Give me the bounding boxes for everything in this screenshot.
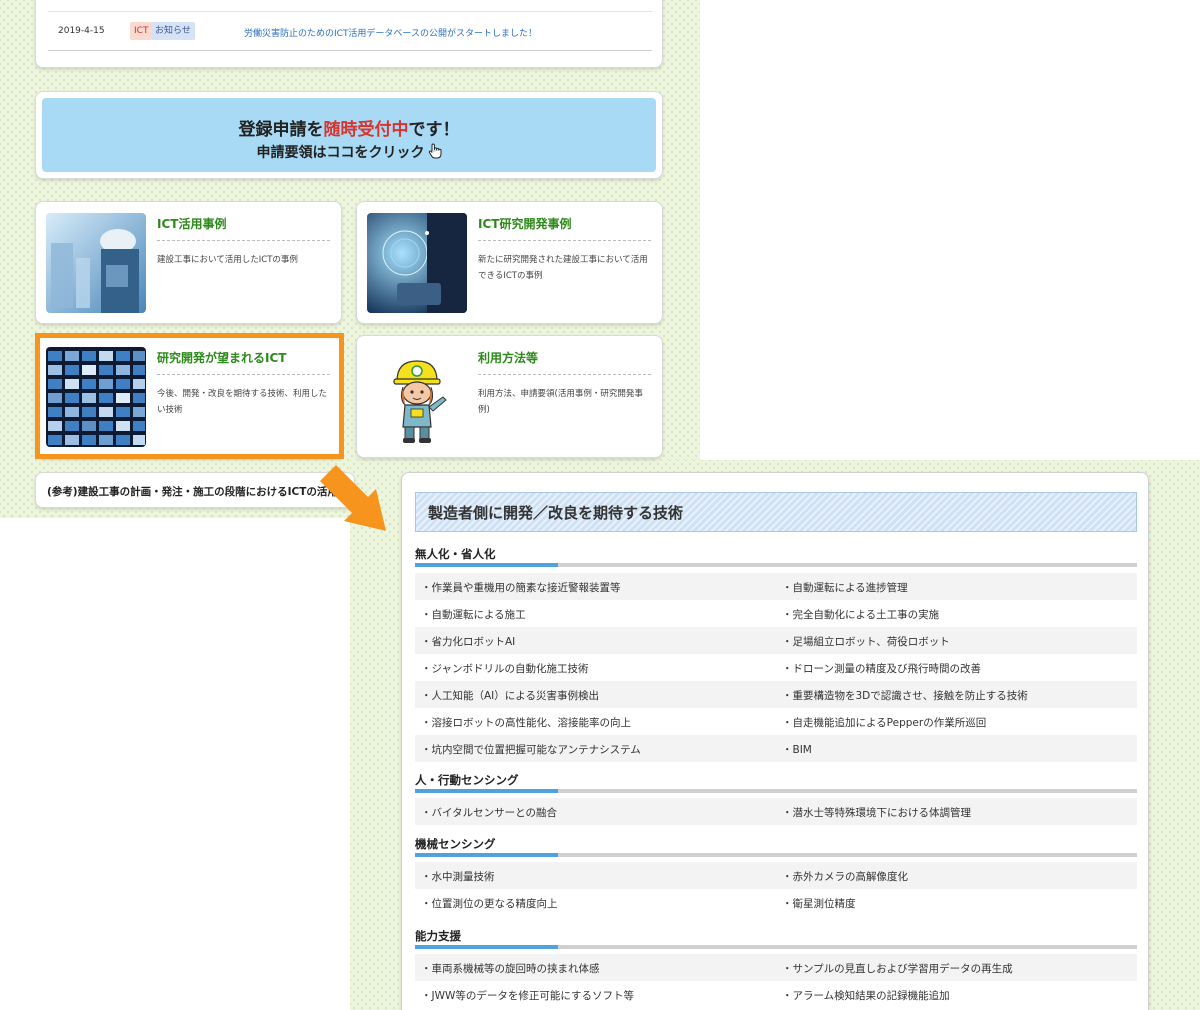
banner-highlight: 随時受付中 (323, 120, 409, 140)
registration-banner[interactable]: 登録申請を随時受付中です！ 申請要領はココをクリック (42, 98, 656, 172)
list-item: ・重要構造物を3Dで認識させ、接触を防止する技術 (782, 690, 1028, 702)
list-item: ・人工知能（AI）による災害事例検出 (421, 690, 599, 702)
section-heading: 人・行動センシング (415, 772, 1137, 793)
list-row: ・位置測位の更なる精度向上 ・衛星測位精度 (415, 889, 1137, 916)
list-item: ・ドローン測量の精度及び飛行時間の改善 (782, 663, 981, 675)
panel-title: 製造者側に開発／改良を期待する技術 (428, 504, 684, 522)
card-title[interactable]: ICT活用事例 (157, 215, 330, 232)
list-row: ・JWW等のデータを修正可能にするソフト等 ・アラーム検知結果の記録機能追加 (415, 981, 1137, 1008)
mascot-helmet-character (367, 347, 467, 447)
list-item: ・完全自動化による土工事の実施 (782, 609, 940, 621)
notice-tag: お知らせ (151, 22, 195, 40)
news-card: 2019-4-15 ICT お知らせ 労働災害防止のためのICT活用データベース… (35, 0, 663, 68)
list-item: ・JWW等のデータを修正可能にするソフト等 (421, 990, 634, 1002)
construction-worker-photo (46, 213, 146, 313)
list-row: ・バイタルセンサーとの融合 ・潜水士等特殊環境下における体調管理 (415, 798, 1137, 825)
list-item: ・足場組立ロボット、荷役ロボット (782, 636, 950, 648)
banner-text-after: です！ (408, 120, 460, 140)
panel-header: 製造者側に開発／改良を期待する技術 (415, 492, 1137, 532)
section-underline (415, 945, 1137, 949)
list-item: ・赤外カメラの高解像度化 (782, 871, 908, 883)
registration-banner-card[interactable]: 登録申請を随時受付中です！ 申請要領はココをクリック (35, 91, 663, 179)
list-row: ・作業員や重機用の簡素な接近警報装置等 ・自動運転による進捗管理 (415, 573, 1137, 600)
reference-card[interactable]: (参考)建設工事の計画・発注・施工の段階におけるICTの活用 (35, 472, 355, 508)
section-heading: 無人化・省人化 (415, 546, 1137, 567)
banner-sub-label: 申請要領はココをクリック (256, 145, 425, 161)
section-heading: 能力支援 (415, 928, 1137, 949)
list-item: ・坑内空間で位置把握可能なアンテナシステム (421, 744, 641, 756)
section-heading: 機械センシング (415, 836, 1137, 857)
news-item[interactable]: 2019-4-15 ICT お知らせ 労働災害防止のためのICT活用データベース… (48, 11, 652, 51)
section-title: 能力支援 (415, 929, 461, 943)
divider (478, 240, 651, 241)
list-item: ・溶接ロボットの高性能化、溶接能率の向上 (421, 717, 631, 729)
list-row: ・坑内空間で位置把握可能なアンテナシステム ・BIM (415, 735, 1137, 762)
divider (157, 240, 330, 241)
card-title[interactable]: ICT研究開発事例 (478, 215, 651, 232)
card-ict-research[interactable]: ICT研究開発事例 新たに研究開発された建設工事において活用できるICTの事例 (356, 201, 663, 324)
list-item: ・自動運転による進捗管理 (782, 582, 908, 594)
section-title: 機械センシング (415, 837, 496, 851)
card-description: 利用方法、申請要領(活用事例・研究開発事例) (478, 389, 643, 415)
desired-technology-panel: 製造者側に開発／改良を期待する技術 無人化・省人化 ・作業員や重機用の簡素な接近… (401, 472, 1149, 1010)
section-underline (415, 853, 1137, 857)
list-row: ・自動運転による施工 ・完全自動化による土工事の実施 (415, 600, 1137, 627)
news-date: 2019-4-15 (58, 26, 105, 36)
list-item: ・自動運転による施工 (421, 609, 526, 621)
list-item: ・自走機能追加によるPepperの作業所巡回 (782, 717, 987, 729)
section-underline (415, 563, 1137, 567)
card-description: 建設工事において活用したICTの事例 (157, 255, 298, 265)
section-title: 無人化・省人化 (415, 547, 496, 561)
reference-link[interactable]: (参考)建設工事の計画・発注・施工の段階におけるICTの活用 (47, 484, 338, 499)
banner-headline: 登録申請を随時受付中です！ (42, 115, 656, 140)
list-item: ・アラーム検知結果の記録機能追加 (782, 990, 950, 1002)
list-row: ・溶接ロボットの高性能化、溶接能率の向上 ・自走機能追加によるPepperの作業所… (415, 708, 1137, 735)
banner-subtext[interactable]: 申請要領はココをクリック (42, 142, 656, 162)
list-item: ・ジャンボドリルの自動化施工技術 (421, 663, 589, 675)
card-usage[interactable]: 利用方法等 利用方法、申請要領(活用事例・研究開発事例) (356, 335, 663, 458)
list-item: ・潜水士等特殊環境下における体調管理 (782, 807, 971, 819)
list-item: ・省力化ロボットAI (421, 636, 516, 648)
list-item: ・位置測位の更なる精度向上 (421, 898, 558, 910)
banner-text-before: 登録申請を (238, 120, 324, 140)
news-link[interactable]: 労働災害防止のためのICT活用データベースの公開がスタートしました！ (244, 26, 537, 39)
list-row: ・車両系機械等の旋回時の挟まれ体感 ・サンプルの見直しおよび学習用データの再生成 (415, 954, 1137, 981)
arrow-down-right-icon (320, 465, 386, 531)
list-item: ・BIM (782, 744, 812, 756)
list-row: ・人工知能（AI）による災害事例検出 ・重要構造物を3Dで認識させ、接触を防止する… (415, 681, 1137, 708)
selection-highlight-frame (35, 333, 344, 459)
card-title[interactable]: 利用方法等 (478, 349, 651, 366)
digital-tablet-photo (367, 213, 467, 313)
list-row: ・省力化ロボットAI ・足場組立ロボット、荷役ロボット (415, 627, 1137, 654)
card-ict-cases[interactable]: ICT活用事例 建設工事において活用したICTの事例 (35, 201, 342, 324)
section-title: 人・行動センシング (415, 773, 519, 787)
list-item: ・作業員や重機用の簡素な接近警報装置等 (421, 582, 621, 594)
list-item: ・水中測量技術 (421, 871, 495, 883)
ict-tag: ICT (130, 22, 153, 40)
list-item: ・バイタルセンサーとの融合 (421, 807, 557, 819)
section-underline (415, 789, 1137, 793)
list-item: ・サンプルの見直しおよび学習用データの再生成 (782, 963, 1013, 975)
divider (478, 374, 651, 375)
card-description: 新たに研究開発された建設工事において活用できるICTの事例 (478, 255, 648, 281)
pointing-hand-icon (428, 143, 441, 159)
list-row: ・水中測量技術 ・赤外カメラの高解像度化 (415, 862, 1137, 889)
list-item: ・車両系機械等の旋回時の挟まれ体感 (421, 963, 600, 975)
list-item: ・衛星測位精度 (782, 898, 856, 910)
list-row: ・ジャンボドリルの自動化施工技術 ・ドローン測量の精度及び飛行時間の改善 (415, 654, 1137, 681)
